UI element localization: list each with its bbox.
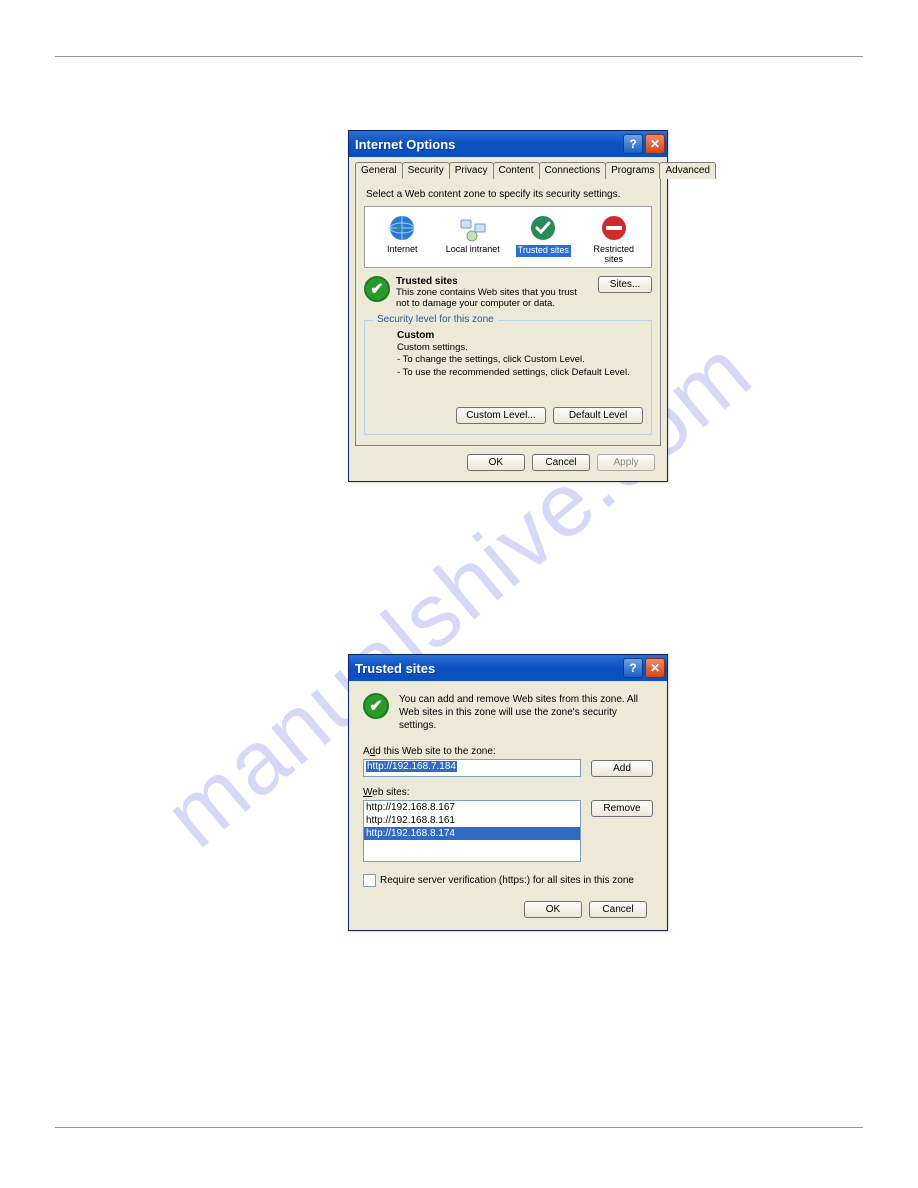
zone-selector: Internet Local intranet Trusted sites [364, 206, 652, 268]
close-icon[interactable]: ✕ [645, 658, 665, 678]
trusted-sites-dialog: Trusted sites ? ✕ ✔ You can add and remo… [348, 654, 668, 931]
security-panel: Select a Web content zone to specify its… [355, 178, 661, 446]
trusted-icon [528, 213, 558, 243]
tab-content[interactable]: Content [493, 162, 540, 179]
tab-strip: General Security Privacy Content Connect… [355, 161, 661, 178]
zone-restricted-sites[interactable]: Restrictedsites [580, 213, 648, 265]
list-item[interactable]: http://192.168.8.167 [364, 801, 580, 814]
require-https-checkbox[interactable] [363, 874, 376, 887]
zone-instruction: Select a Web content zone to specify its… [366, 189, 652, 200]
cancel-button[interactable]: Cancel [532, 454, 590, 471]
page-rule-bottom [55, 1127, 863, 1128]
intranet-icon [458, 213, 488, 243]
help-icon[interactable]: ? [623, 134, 643, 154]
tab-programs[interactable]: Programs [605, 162, 660, 179]
page-rule-top [55, 56, 863, 57]
list-item[interactable]: http://192.168.8.161 [364, 814, 580, 827]
checkmark-icon: ✔ [364, 276, 390, 302]
tab-connections[interactable]: Connections [539, 162, 607, 179]
add-site-label: Add this Web site to the zone: [363, 746, 653, 757]
zone-internet-label: Internet [368, 245, 436, 255]
dialog-title: Internet Options [355, 137, 621, 152]
zone-trusted-sites[interactable]: Trusted sites [509, 213, 577, 265]
restricted-icon [599, 213, 629, 243]
websites-listbox[interactable]: http://192.168.8.167 http://192.168.8.16… [363, 800, 581, 862]
add-button[interactable]: Add [591, 760, 653, 777]
list-item[interactable]: http://192.168.8.174 [364, 827, 580, 840]
security-level-legend: Security level for this zone [373, 314, 498, 325]
zone-trusted-label: Trusted sites [516, 245, 571, 257]
zone-local-intranet[interactable]: Local intranet [439, 213, 507, 265]
close-icon[interactable]: ✕ [645, 134, 665, 154]
zone-internet[interactable]: Internet [368, 213, 436, 265]
zone-local-label: Local intranet [439, 245, 507, 255]
trusted-description: Trusted sites This zone contains Web sit… [396, 276, 580, 310]
ok-button[interactable]: OK [524, 901, 582, 918]
sites-button[interactable]: Sites... [598, 276, 652, 293]
default-level-button[interactable]: Default Level [553, 407, 643, 424]
zone-restricted-label: Restrictedsites [580, 245, 648, 265]
dialog-title: Trusted sites [355, 661, 621, 676]
custom-level-button[interactable]: Custom Level... [456, 407, 546, 424]
tab-advanced[interactable]: Advanced [659, 162, 715, 179]
tab-privacy[interactable]: Privacy [449, 162, 494, 179]
titlebar[interactable]: Trusted sites ? ✕ [349, 655, 667, 681]
apply-button[interactable]: Apply [597, 454, 655, 471]
security-level-fieldset: Security level for this zone Custom Cust… [364, 320, 652, 435]
custom-settings-text: Custom Custom settings. - To change the … [397, 329, 643, 379]
checkmark-icon: ✔ [363, 693, 389, 719]
titlebar[interactable]: Internet Options ? ✕ [349, 131, 667, 157]
tab-general[interactable]: General [355, 162, 403, 179]
tab-security[interactable]: Security [402, 162, 450, 179]
ok-button[interactable]: OK [467, 454, 525, 471]
require-https-label: Require server verification (https:) for… [380, 875, 634, 886]
globe-icon [387, 213, 417, 243]
cancel-button[interactable]: Cancel [589, 901, 647, 918]
info-text: You can add and remove Web sites from th… [399, 693, 653, 732]
remove-button[interactable]: Remove [591, 800, 653, 817]
websites-label: Web sites: [363, 787, 653, 798]
add-site-input[interactable]: http://192.168.7.184 [363, 759, 581, 777]
help-icon[interactable]: ? [623, 658, 643, 678]
internet-options-dialog: Internet Options ? ✕ General Security Pr… [348, 130, 668, 482]
